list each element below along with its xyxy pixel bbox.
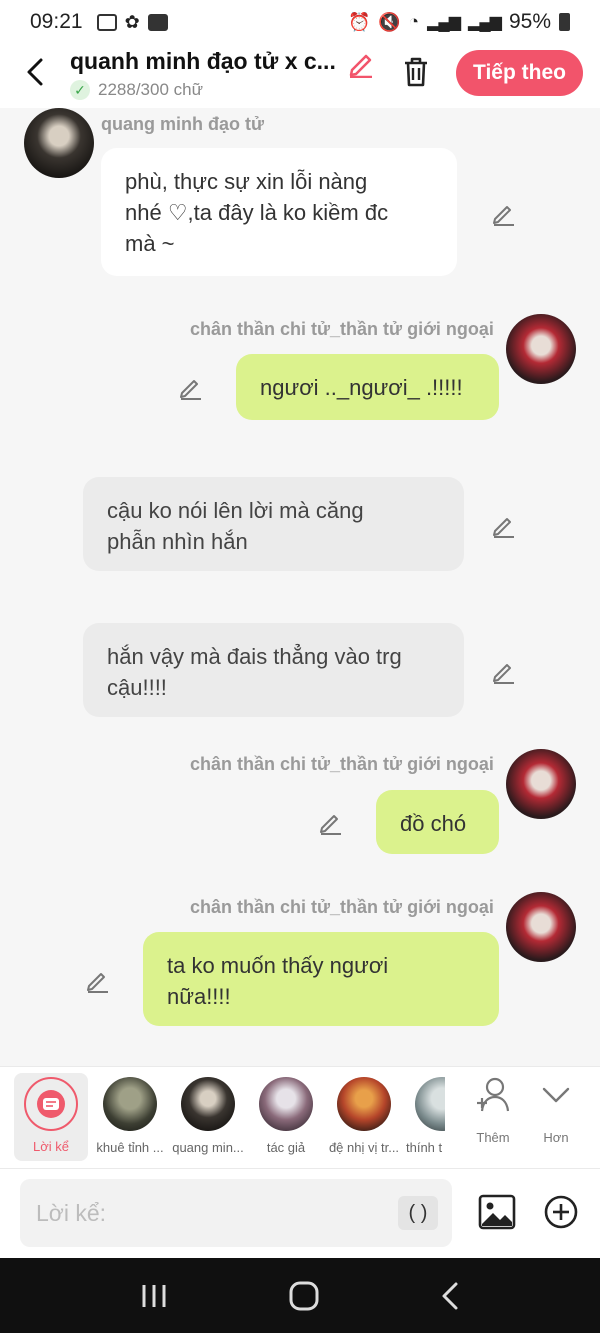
gallery-notification-icon — [96, 13, 117, 31]
header: quanh minh đạo tử x c... ✓ 2288/300 chữ … — [0, 44, 600, 108]
character-name: thính t — [406, 1140, 443, 1155]
character-option[interactable]: đệ nhị vị tr... — [325, 1075, 403, 1155]
narration-input[interactable] — [36, 1179, 396, 1247]
system-nav-bar — [0, 1258, 600, 1333]
avatar[interactable] — [506, 892, 576, 962]
story-title[interactable]: quanh minh đạo tử x c... — [70, 48, 336, 75]
battery-icon — [559, 13, 570, 31]
message-line: hắn vậy mà đais thẳng vào trg — [107, 644, 402, 669]
message-line: cậu!!!! — [107, 675, 167, 700]
back-icon[interactable] — [20, 54, 50, 90]
avatar[interactable] — [24, 108, 94, 178]
recent-apps-icon[interactable] — [139, 1283, 169, 1309]
message-line: phẫn nhìn hắn — [107, 529, 248, 554]
message-line: phù, thực sự xin lỗi nàng — [125, 169, 368, 194]
battery-percent: 95% — [508, 10, 551, 33]
sender-name: chân thần chi tử_thần tử giới ngoại — [190, 319, 494, 339]
word-count: ✓ 2288/300 chữ — [70, 80, 203, 100]
narration-bubble[interactable]: cậu ko nói lên lời mà căng phẫn nhìn hắn — [83, 477, 464, 571]
word-count-text: 2288/300 chữ — [98, 80, 203, 99]
message-bubble[interactable]: ta ko muốn thấy ngươi nữa!!!! — [143, 932, 499, 1026]
character-name: đệ nhị vị tr... — [328, 1140, 400, 1155]
sender-name: chân thần chi tử_thần tử giới ngoại — [190, 754, 494, 774]
youtube-notification-icon — [147, 13, 168, 31]
sender-name: quang minh đạo tử — [101, 114, 265, 134]
edit-message-icon[interactable] — [491, 512, 517, 538]
narration-bubble[interactable]: hắn vậy mà đais thẳng vào trg cậu!!!! — [83, 623, 464, 717]
narration-icon — [37, 1090, 65, 1118]
character-name: tác giả — [266, 1140, 306, 1155]
character-avatar — [103, 1077, 157, 1131]
chevron-down-icon — [542, 1087, 570, 1103]
message-line: nhé ♡,ta đây là ko kiềm đc — [125, 200, 389, 225]
message-line: cậu ko nói lên lời mà căng — [107, 498, 364, 523]
edit-title-icon[interactable] — [346, 48, 376, 83]
character-option[interactable]: quang min... — [169, 1075, 247, 1155]
wifi-icon: ◔ — [408, 12, 420, 31]
signal-icon-2: ▂▄▆ — [468, 14, 502, 31]
status-bar: 09:21 ✿ ⏰ 🔇 ◔ ▂▄▆ ▂▄▆ 95% — [0, 0, 600, 44]
image-icon[interactable] — [478, 1193, 516, 1236]
edit-message-icon[interactable] — [491, 200, 517, 226]
edit-message-icon[interactable] — [318, 809, 344, 835]
character-name: quang min... — [172, 1140, 244, 1155]
less-label: Hơn — [543, 1130, 569, 1145]
input-area: ( ) — [0, 1168, 600, 1258]
character-bar: Lời kể khuê tỉnh ... quang min... tác gi… — [0, 1066, 600, 1168]
character-option[interactable]: tác giả — [247, 1075, 325, 1155]
character-avatar — [259, 1077, 313, 1131]
mute-icon: 🔇 — [378, 11, 401, 32]
character-option[interactable]: khuê tỉnh ... — [91, 1075, 169, 1155]
parentheses-button[interactable]: ( ) — [398, 1196, 438, 1230]
avatar[interactable] — [506, 749, 576, 819]
message-bubble[interactable]: phù, thực sự xin lỗi nàng nhé ♡,ta đây l… — [101, 148, 457, 276]
message-line: ngươi .._ngươi_ .!!!!! — [260, 375, 463, 400]
message-line: đồ chó — [400, 811, 467, 836]
narrator-label: Lời kể — [33, 1139, 69, 1154]
character-avatar — [181, 1077, 235, 1131]
edit-message-icon[interactable] — [85, 967, 111, 993]
status-time: 09:21 — [30, 10, 83, 33]
chat-area: quang minh đạo tử phù, thực sự xin lỗi n… — [0, 108, 600, 1070]
more-label: Thêm — [476, 1130, 510, 1145]
character-avatar — [415, 1077, 445, 1131]
edit-message-icon[interactable] — [491, 658, 517, 684]
avatar[interactable] — [506, 314, 576, 384]
message-bubble[interactable]: đồ chó — [376, 790, 499, 854]
back-nav-icon[interactable] — [439, 1281, 461, 1311]
add-user-icon — [477, 1077, 510, 1112]
character-name: khuê tỉnh ... — [96, 1140, 164, 1155]
character-avatar — [337, 1077, 391, 1131]
input-box: ( ) — [20, 1179, 452, 1247]
edit-message-icon[interactable] — [178, 374, 204, 400]
signal-icon: ▂▄▆ — [427, 14, 461, 31]
add-icon[interactable] — [542, 1193, 580, 1236]
narrator-selector[interactable]: Lời kể — [14, 1073, 88, 1161]
alarm-icon: ⏰ — [347, 11, 371, 32]
next-button[interactable]: Tiếp theo — [456, 50, 583, 96]
message-line: ta ko muốn thấy ngươi — [167, 953, 389, 978]
message-bubble[interactable]: ngươi .._ngươi_ .!!!!! — [236, 354, 499, 420]
message-line: mà ~ — [125, 231, 175, 256]
add-character-button[interactable]: Thêm — [463, 1075, 523, 1145]
trash-icon[interactable] — [400, 54, 432, 93]
expand-button[interactable]: Hơn — [526, 1075, 586, 1145]
app-notification-icon: ✿ — [124, 11, 140, 32]
sender-name: chân thần chi tử_thần tử giới ngoại — [190, 897, 494, 917]
message-line: nữa!!!! — [167, 984, 231, 1009]
home-icon[interactable] — [288, 1280, 320, 1312]
check-icon: ✓ — [70, 80, 90, 100]
character-option[interactable]: thính t — [403, 1075, 445, 1155]
